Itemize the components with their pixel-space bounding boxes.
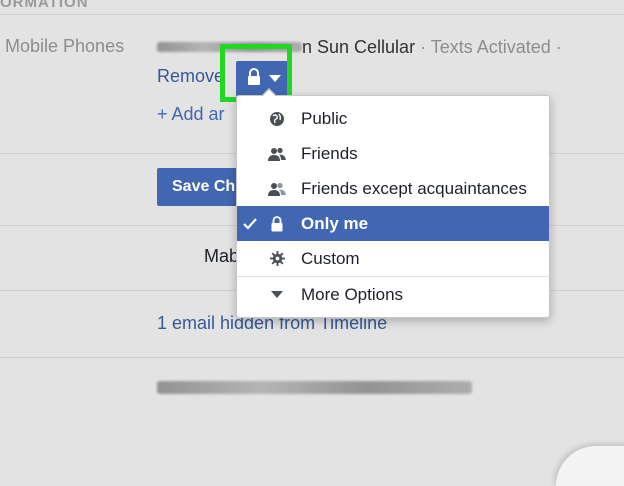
partial-label-text: Mab [204,246,240,266]
corner-decoration [556,446,624,486]
audience-dropdown-menu: Public Friends Friends except acquaintan… [236,88,550,318]
divider [0,14,624,15]
menu-item-friends[interactable]: Friends [237,136,549,171]
divider [0,357,624,358]
menu-item-custom[interactable]: Custom [237,241,549,276]
menu-item-only-me[interactable]: Only me [237,206,549,241]
phone-carrier-text: n Sun Cellular · Texts Activated · [302,37,562,58]
mobile-phones-label: Mobile Phones [5,36,125,56]
menu-item-friends-except-acquaintances[interactable]: Friends except acquaintances [237,171,549,206]
add-phone-link[interactable]: + Add ar [157,104,225,125]
lock-icon [265,215,289,232]
menu-item-more-options[interactable]: More Options [237,277,549,312]
section-header: ORMATION [0,0,89,11]
globe-icon [265,111,289,127]
checkmark-icon [237,217,261,230]
menu-item-public[interactable]: Public [237,101,549,136]
save-changes-button[interactable]: Save Ch [157,168,247,206]
texts-activated-meta: · Texts Activated · [420,37,562,57]
gear-icon [265,251,289,266]
tutorial-highlight-box [220,44,292,102]
carrier-name: n Sun Cellular [302,37,416,57]
friends-except-icon [265,182,289,196]
friends-icon [265,147,289,161]
remove-phone-link[interactable]: Remove [157,66,224,87]
caret-down-icon [265,290,289,299]
redacted-text [157,381,472,394]
